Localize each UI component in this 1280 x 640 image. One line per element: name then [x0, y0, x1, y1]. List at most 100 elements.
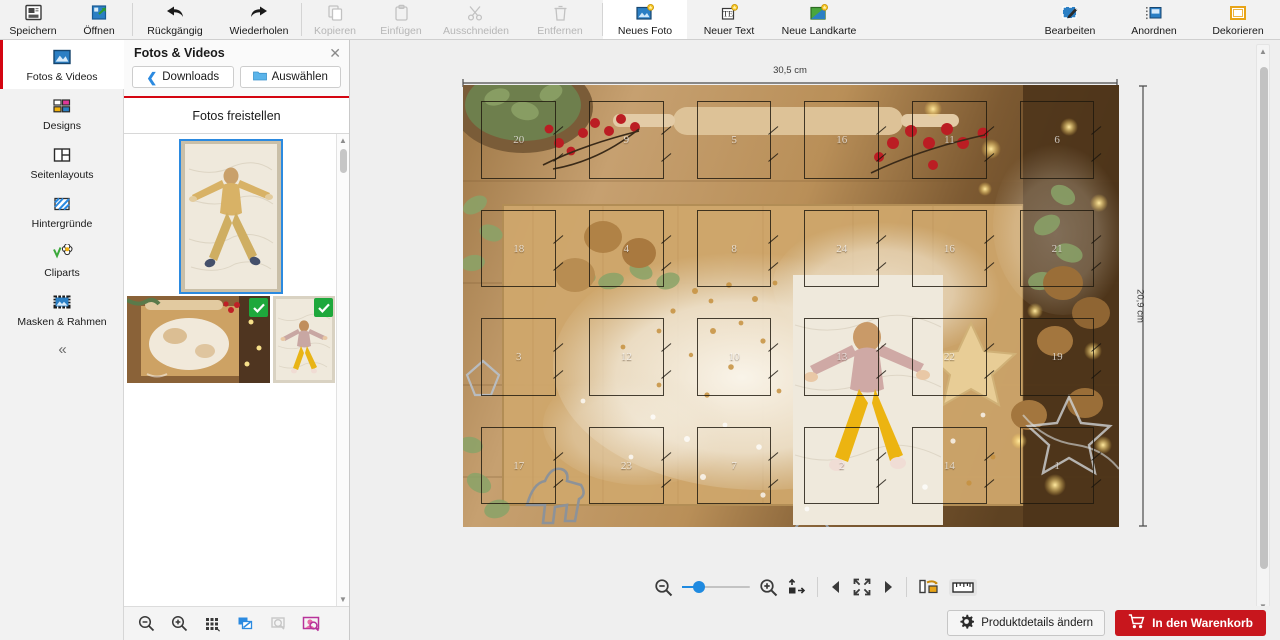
advent-door[interactable]: 17	[469, 417, 573, 522]
face-search-icon[interactable]	[301, 614, 321, 634]
sidebar-item-designs[interactable]: Designs	[0, 89, 124, 138]
select-folder-button[interactable]: Auswählen	[239, 66, 341, 88]
canvas-vertical-scrollbar[interactable]: ▲ ▼	[1256, 44, 1270, 614]
scroll-down-arrow-icon[interactable]: ▼	[337, 593, 349, 606]
fit-to-page-icon[interactable]	[787, 578, 806, 597]
advent-door[interactable]: 13	[792, 308, 896, 413]
undo-button[interactable]: Rückgängig	[133, 0, 217, 39]
advent-door-box[interactable]: 5	[696, 101, 779, 179]
advent-door[interactable]: 14	[900, 417, 1004, 522]
advent-door[interactable]: 2	[792, 417, 896, 522]
advent-door-box[interactable]: 19	[1019, 318, 1102, 396]
advent-door[interactable]: 16	[792, 91, 896, 196]
page-spread-icon[interactable]	[918, 578, 940, 596]
advent-door-box[interactable]: 22	[912, 318, 995, 396]
new-photo-button[interactable]: Neues Foto	[603, 0, 687, 39]
grid-view-icon[interactable]	[202, 614, 222, 634]
photo-thumbnail-child-blanket[interactable]	[273, 296, 335, 383]
advent-door-box[interactable]: 21	[1019, 209, 1102, 288]
advent-door-box[interactable]: 20	[481, 101, 564, 179]
advent-door[interactable]: 18	[469, 200, 573, 305]
advent-door[interactable]: 6	[1007, 91, 1111, 196]
advent-door[interactable]: 1	[1007, 417, 1111, 522]
canvas-scroll-up-icon[interactable]: ▲	[1257, 45, 1269, 58]
sidebar-item-cliparts[interactable]: Cliparts	[0, 236, 124, 285]
advent-door-box[interactable]: 10	[696, 318, 779, 396]
advent-door-box[interactable]: 24	[804, 209, 887, 288]
sidebar-collapse-button[interactable]: «	[0, 334, 123, 364]
zoom-slider[interactable]	[681, 581, 750, 593]
copy-button[interactable]: Kopieren	[302, 0, 368, 39]
advent-door[interactable]: 11	[900, 91, 1004, 196]
advent-door[interactable]: 16	[900, 200, 1004, 305]
advent-door[interactable]: 23	[577, 417, 681, 522]
fullscreen-icon[interactable]	[852, 577, 872, 597]
cut-button[interactable]: Ausschneiden	[434, 0, 518, 39]
previous-page-icon[interactable]	[829, 579, 843, 595]
advent-door-box[interactable]: 7	[696, 426, 779, 505]
add-to-cart-button[interactable]: In den Warenkorb	[1115, 610, 1266, 636]
cutout-photos-button[interactable]: Fotos freistellen	[124, 98, 349, 134]
advent-door[interactable]: 8	[684, 200, 788, 305]
overlay-icon[interactable]	[235, 614, 255, 634]
sidebar-item-fotos-videos[interactable]: Fotos & Videos	[0, 40, 124, 89]
advent-door-box[interactable]: 16	[804, 101, 887, 179]
save-button[interactable]: Speichern	[0, 0, 66, 39]
search-image-icon[interactable]	[268, 614, 288, 634]
advent-door-box[interactable]: 12	[589, 318, 672, 396]
advent-door-box[interactable]: 14	[912, 426, 995, 505]
advent-door[interactable]: 5	[684, 91, 788, 196]
zoom-out-icon[interactable]	[136, 614, 156, 634]
advent-door-box[interactable]: 3	[481, 318, 564, 396]
advent-door[interactable]: 9	[577, 91, 681, 196]
advent-door[interactable]: 21	[1007, 200, 1111, 305]
open-button[interactable]: Öffnen	[66, 0, 132, 39]
edit-mode-button[interactable]: Bearbeiten	[1028, 0, 1112, 39]
advent-door-box[interactable]: 18	[481, 209, 564, 288]
downloads-folder-button[interactable]: ❮ Downloads	[132, 66, 234, 88]
advent-door[interactable]: 24	[792, 200, 896, 305]
advent-door-box[interactable]: 9	[589, 101, 672, 179]
advent-door-box[interactable]: 17	[481, 426, 564, 505]
zoom-slider-handle[interactable]	[692, 581, 705, 593]
redo-button[interactable]: Wiederholen	[217, 0, 301, 39]
paste-button[interactable]: Einfügen	[368, 0, 434, 39]
sidebar-item-seitenlayouts[interactable]: Seitenlayouts	[0, 138, 124, 187]
zoom-in-icon[interactable]	[759, 578, 778, 597]
advent-door-box[interactable]: 13	[804, 318, 887, 396]
sidebar-item-hintergruende[interactable]: Hintergründe	[0, 187, 124, 236]
arrange-mode-button[interactable]: Anordnen	[1112, 0, 1196, 39]
advent-door[interactable]: 19	[1007, 308, 1111, 413]
advent-door-box[interactable]: 6	[1019, 101, 1102, 179]
advent-door[interactable]: 22	[900, 308, 1004, 413]
new-map-button[interactable]: Neue Landkarte	[771, 0, 867, 39]
advent-door-box[interactable]: 16	[912, 209, 995, 288]
photo-panel-scroll-thumb[interactable]	[340, 149, 347, 173]
ruler-icon[interactable]	[948, 578, 977, 596]
change-product-details-button[interactable]: Produktdetails ändern	[947, 610, 1106, 636]
advent-door[interactable]: 20	[469, 91, 573, 196]
advent-door-box[interactable]: 2	[804, 426, 887, 505]
close-icon[interactable]: ✕	[329, 46, 341, 60]
zoom-in-icon[interactable]	[169, 614, 189, 634]
advent-door[interactable]: 7	[684, 417, 788, 522]
advent-door[interactable]: 12	[577, 308, 681, 413]
photo-panel-scrollbar[interactable]: ▲ ▼	[336, 134, 349, 606]
scroll-up-arrow-icon[interactable]: ▲	[337, 134, 349, 147]
advent-door[interactable]: 3	[469, 308, 573, 413]
next-page-icon[interactable]	[881, 579, 895, 595]
delete-button[interactable]: Entfernen	[518, 0, 602, 39]
advent-door[interactable]: 4	[577, 200, 681, 305]
advent-door-box[interactable]: 11	[912, 101, 995, 179]
advent-door-box[interactable]: 8	[696, 209, 779, 288]
new-text-button[interactable]: TE Neuer Text	[687, 0, 771, 39]
advent-door-box[interactable]: 1	[1019, 426, 1102, 505]
advent-door-box[interactable]: 4	[589, 209, 672, 288]
canvas-scroll-thumb[interactable]	[1260, 67, 1268, 569]
photo-thumbnail-selected[interactable]	[178, 139, 283, 294]
zoom-out-icon[interactable]	[654, 578, 673, 597]
photo-thumbnail-flour-board[interactable]	[127, 296, 271, 383]
advent-door[interactable]: 10	[684, 308, 788, 413]
advent-door-box[interactable]: 23	[589, 426, 672, 505]
product-artboard[interactable]: 20 9 5 16 11 6 18 4 8 24 16 21 3 12 10 13 22 19 17 23 7 2 14 1	[463, 85, 1119, 527]
